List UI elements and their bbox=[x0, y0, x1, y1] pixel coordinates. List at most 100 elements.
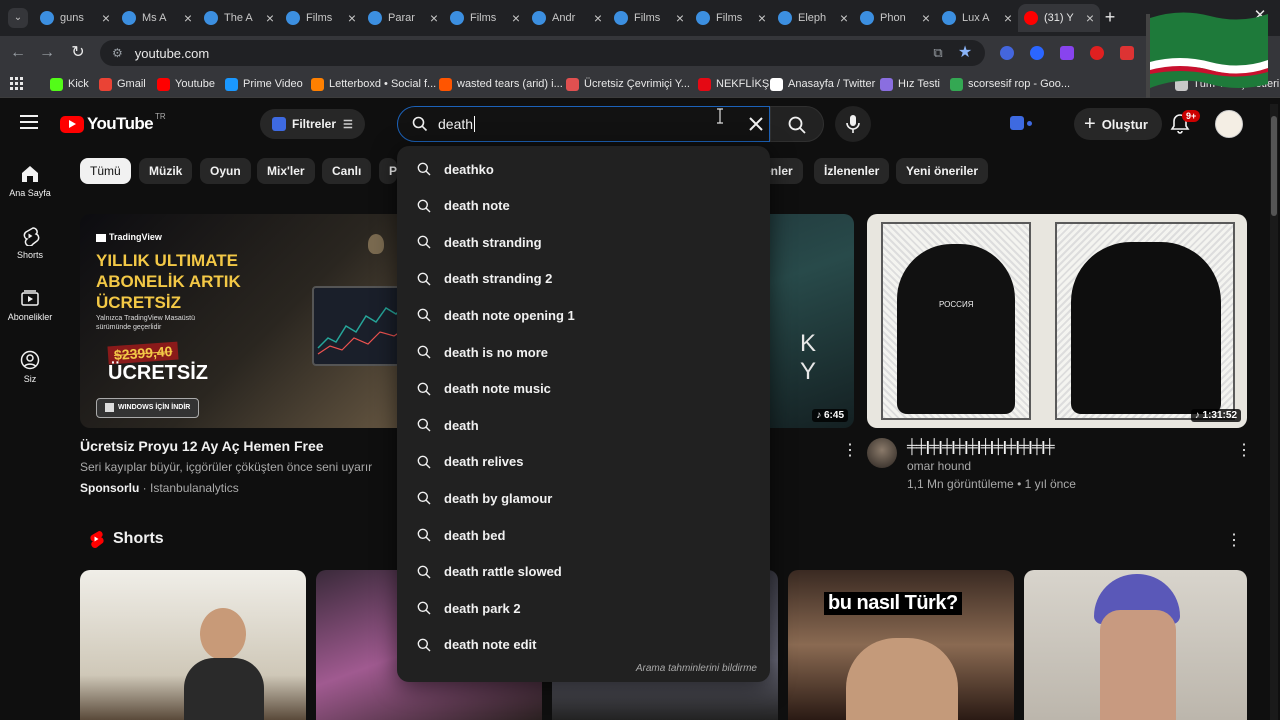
browser-tab[interactable]: Ms A × bbox=[116, 4, 198, 32]
search-suggestion[interactable]: death park 2 bbox=[397, 590, 770, 626]
search-suggestion[interactable]: death bed bbox=[397, 517, 770, 553]
more-options-icon[interactable]: ⋮ bbox=[842, 440, 858, 459]
shorts-more-icon[interactable]: ⋮ bbox=[1226, 530, 1242, 549]
short-thumbnail[interactable] bbox=[1024, 570, 1247, 720]
menu-icon[interactable] bbox=[20, 115, 38, 129]
clear-search-icon[interactable] bbox=[744, 112, 768, 136]
chip-partial[interactable]: P bbox=[379, 158, 398, 184]
search-suggestion[interactable]: death rattle slowed bbox=[397, 554, 770, 590]
chip-new-recommendations[interactable]: Yeni öneriler bbox=[896, 158, 989, 184]
search-suggestion[interactable]: death bbox=[397, 407, 770, 443]
search-suggestion[interactable]: death note bbox=[397, 188, 770, 224]
short-thumbnail[interactable]: bu nasıl Türk? bbox=[788, 570, 1014, 720]
bookmark-item[interactable]: wasted tears (arid) i... bbox=[439, 76, 563, 92]
sidebar-item-home[interactable]: Ana Sayfa bbox=[0, 164, 60, 198]
close-tab-icon[interactable]: × bbox=[348, 10, 356, 26]
youtube-logo[interactable]: YouTube TR bbox=[60, 112, 166, 134]
search-input[interactable]: death bbox=[397, 106, 770, 142]
forward-icon[interactable]: → bbox=[37, 43, 57, 63]
search-suggestion[interactable]: death is no more bbox=[397, 334, 770, 370]
account-avatar[interactable] bbox=[1215, 110, 1243, 138]
bookmark-item[interactable]: Ücretsiz Çevrimiçi Y... bbox=[566, 76, 690, 92]
bookmark-item[interactable]: Gmail bbox=[99, 76, 146, 92]
filters-button[interactable]: Filtreler ☰ bbox=[260, 109, 365, 139]
chip-gaming[interactable]: Oyun bbox=[200, 158, 251, 184]
sidebar-item-subscriptions[interactable]: Abonelikler bbox=[0, 288, 60, 322]
more-options-icon[interactable]: ⋮ bbox=[1236, 440, 1252, 459]
tab-search-button[interactable]: ⌄ bbox=[8, 8, 28, 28]
voice-search-button[interactable] bbox=[835, 106, 871, 142]
channel-name[interactable]: omar hound bbox=[907, 459, 971, 473]
browser-tab[interactable]: Films × bbox=[280, 4, 362, 32]
scrollbar-thumb[interactable] bbox=[1271, 116, 1277, 216]
browser-tab[interactable]: Films × bbox=[690, 4, 772, 32]
chip-live[interactable]: Canlı bbox=[322, 158, 372, 184]
browser-tab[interactable]: Lux A × bbox=[936, 4, 1018, 32]
browser-tab[interactable]: The A × bbox=[198, 4, 280, 32]
extension-icon[interactable] bbox=[1090, 46, 1104, 60]
sidebar-item-shorts[interactable]: Shorts bbox=[0, 226, 60, 260]
close-tab-icon[interactable]: × bbox=[1004, 10, 1012, 26]
close-tab-icon[interactable]: × bbox=[676, 10, 684, 26]
bookmark-item[interactable]: Prime Video bbox=[225, 76, 303, 92]
search-suggestion[interactable]: death stranding 2 bbox=[397, 261, 770, 297]
search-suggestion[interactable]: death by glamour bbox=[397, 480, 770, 516]
close-tab-icon[interactable]: × bbox=[758, 10, 766, 26]
reload-icon[interactable]: ↻ bbox=[68, 43, 88, 63]
short-thumbnail[interactable] bbox=[80, 570, 306, 720]
search-suggestion[interactable]: death note opening 1 bbox=[397, 297, 770, 333]
back-icon[interactable]: ← bbox=[8, 43, 28, 63]
close-tab-icon[interactable]: × bbox=[102, 10, 110, 26]
browser-tab[interactable]: Eleph × bbox=[772, 4, 854, 32]
browser-tab[interactable]: (31) Y × bbox=[1018, 4, 1100, 32]
search-suggestion[interactable]: death note edit bbox=[397, 627, 770, 663]
site-info-icon[interactable]: ⚙ bbox=[112, 46, 123, 60]
extension-icon[interactable] bbox=[1030, 46, 1044, 60]
close-tab-icon[interactable]: × bbox=[266, 10, 274, 26]
bookmark-item[interactable]: Letterboxd • Social f... bbox=[311, 76, 436, 92]
bookmark-star-icon[interactable]: ★ bbox=[955, 43, 975, 63]
search-suggestion[interactable]: death relives bbox=[397, 444, 770, 480]
search-suggestion[interactable]: deathko bbox=[397, 151, 770, 187]
chip-mixes[interactable]: Mix'ler bbox=[257, 158, 315, 184]
install-app-icon[interactable]: ⧉ bbox=[928, 43, 948, 63]
browser-tab[interactable]: Films × bbox=[444, 4, 526, 32]
search-suggestion[interactable]: death note music bbox=[397, 371, 770, 407]
browser-tab[interactable]: Parar × bbox=[362, 4, 444, 32]
video-title[interactable]: ╪╪|╪|╪|╪|╪|╪|╪|╪|╪|╪|╪ bbox=[907, 438, 1055, 454]
extension-icon[interactable] bbox=[1000, 46, 1014, 60]
address-bar[interactable]: ⚙ youtube.com bbox=[100, 40, 985, 66]
chip-all[interactable]: Tümü bbox=[80, 158, 131, 184]
browser-tab[interactable]: Phon × bbox=[854, 4, 936, 32]
search-button[interactable] bbox=[770, 106, 824, 142]
bookmark-item[interactable]: Kick bbox=[50, 76, 89, 92]
close-tab-icon[interactable]: × bbox=[430, 10, 438, 26]
close-tab-icon[interactable]: × bbox=[184, 10, 192, 26]
browser-tab[interactable]: guns × bbox=[34, 4, 116, 32]
apps-grid-icon[interactable] bbox=[10, 77, 23, 90]
create-button[interactable]: + Oluştur bbox=[1074, 108, 1162, 140]
search-suggestion[interactable]: death stranding bbox=[397, 224, 770, 260]
close-tab-icon[interactable]: × bbox=[512, 10, 520, 26]
chip-watched[interactable]: İzlenenler bbox=[814, 158, 890, 184]
new-tab-button[interactable]: + bbox=[1100, 7, 1120, 27]
bookmark-item[interactable]: Youtube bbox=[157, 76, 215, 92]
close-tab-icon[interactable]: × bbox=[922, 10, 930, 26]
close-tab-icon[interactable]: × bbox=[840, 10, 848, 26]
chip-music[interactable]: Müzik bbox=[139, 158, 193, 184]
sidebar-item-you[interactable]: Siz bbox=[0, 350, 60, 384]
bookmark-item[interactable]: Anasayfa / Twitter bbox=[770, 76, 875, 92]
extension-icon[interactable] bbox=[1120, 46, 1134, 60]
bookmark-item[interactable]: Hız Testi bbox=[880, 76, 940, 92]
extension-toggle-icon[interactable] bbox=[1008, 114, 1036, 134]
browser-tab[interactable]: Films × bbox=[608, 4, 690, 32]
report-predictions-link[interactable]: Arama tahminlerini bildirme bbox=[636, 663, 757, 674]
video-thumbnail[interactable]: РОССИЯ ♪ 1:31:52 bbox=[867, 214, 1247, 428]
page-scrollbar[interactable] bbox=[1270, 104, 1278, 720]
bookmark-item[interactable]: scorsesif rop - Goo... bbox=[950, 76, 1070, 92]
extension-icon[interactable] bbox=[1060, 46, 1074, 60]
ad-title[interactable]: Ücretsiz Proyu 12 Ay Aç Hemen Free bbox=[80, 438, 324, 454]
close-tab-icon[interactable]: × bbox=[594, 10, 602, 26]
bookmark-item[interactable]: NEKFLİKŞ bbox=[698, 76, 769, 92]
close-tab-icon[interactable]: × bbox=[1086, 10, 1094, 26]
